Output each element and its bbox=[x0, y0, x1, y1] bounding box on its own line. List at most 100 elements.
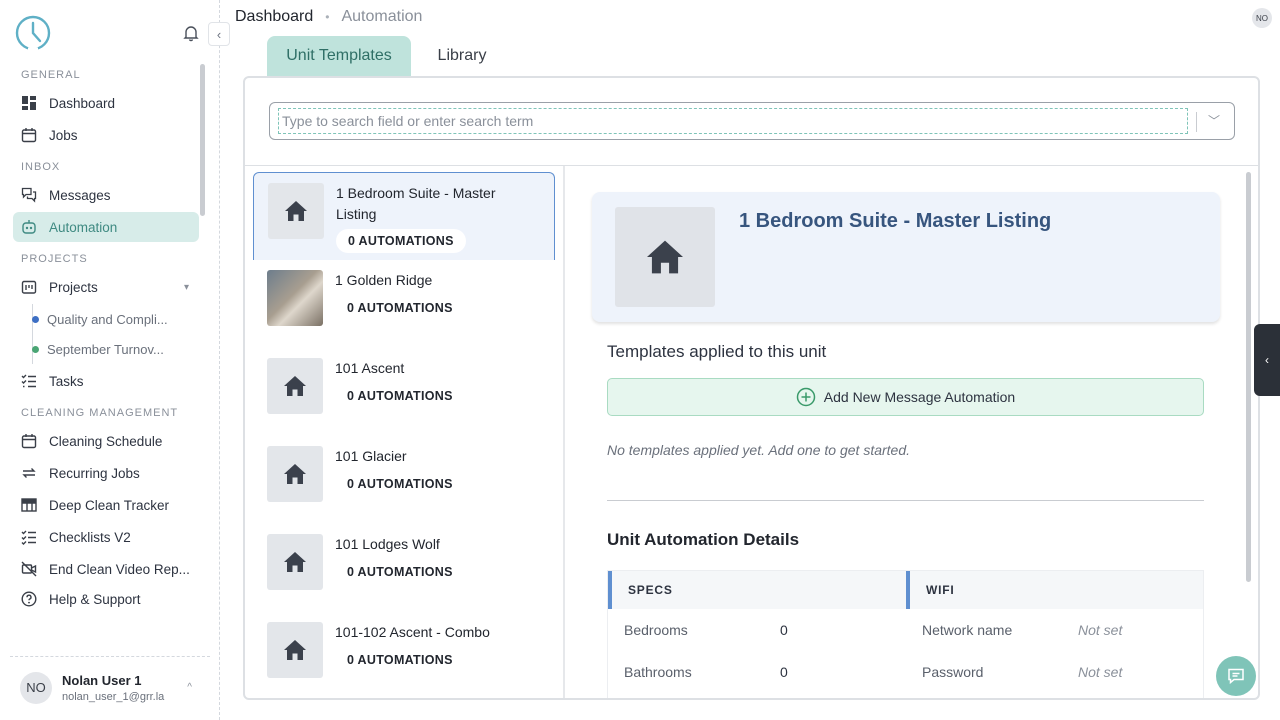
help-circle-icon bbox=[21, 591, 37, 607]
sidebar-item-label: Help & Support bbox=[49, 591, 141, 607]
home-icon bbox=[647, 240, 683, 274]
chevron-up-icon[interactable]: ^ bbox=[187, 682, 192, 693]
chevron-left-icon: ‹ bbox=[1265, 353, 1269, 367]
search-input[interactable] bbox=[278, 108, 1188, 134]
unit-photo bbox=[267, 270, 323, 326]
sidebar-item-help[interactable]: Help & Support bbox=[13, 584, 199, 614]
sidebar-subitem-project-1[interactable]: Quality and Compli... bbox=[32, 304, 194, 334]
sidebar-item-label: Recurring Jobs bbox=[49, 465, 140, 481]
spec-value: 0 bbox=[780, 664, 788, 680]
list-item[interactable]: 101-102 Ascent - Combo 0 AUTOMATIONS bbox=[253, 612, 555, 698]
list-item[interactable]: 101 Glacier 0 AUTOMATIONS bbox=[253, 436, 555, 524]
sidebar-subitem-project-2[interactable]: September Turnov... bbox=[32, 334, 194, 364]
clock-logo-icon[interactable] bbox=[14, 14, 52, 52]
sidebar-item-dashboard[interactable]: Dashboard bbox=[13, 88, 199, 118]
unit-thumbnail bbox=[267, 534, 323, 590]
sidebar-item-label: Cleaning Schedule bbox=[49, 433, 163, 449]
collapse-sidebar-button[interactable]: ‹ bbox=[208, 22, 230, 46]
calendar-icon bbox=[21, 434, 37, 449]
home-icon bbox=[284, 376, 306, 396]
chat-button[interactable] bbox=[1216, 656, 1256, 696]
sidebar-item-end-clean-video[interactable]: End Clean Video Rep... bbox=[13, 554, 199, 584]
detail-scrollbar[interactable] bbox=[1246, 172, 1251, 582]
sidebar-item-label: End Clean Video Rep... bbox=[49, 561, 190, 577]
dashboard-icon bbox=[22, 96, 36, 110]
sidebar-item-deep-clean-tracker[interactable]: Deep Clean Tracker bbox=[13, 490, 199, 520]
templates-heading: Templates applied to this unit bbox=[607, 342, 827, 361]
details-table: SPECS WIFI Bedrooms 0 Network name Not s… bbox=[607, 570, 1204, 698]
list-item[interactable]: 101 Ascent 0 AUTOMATIONS bbox=[253, 348, 555, 436]
breadcrumb: Dashboard • Automation bbox=[235, 6, 422, 28]
search-divider bbox=[1196, 112, 1197, 132]
chevron-left-icon: ‹ bbox=[216, 26, 222, 42]
list-item[interactable]: 1 Golden Ridge 0 AUTOMATIONS bbox=[253, 260, 555, 348]
main-panel: ﹀ 1 Bedroom Suite - Master Listing 0 AUT… bbox=[243, 76, 1260, 700]
messages-icon bbox=[21, 187, 37, 203]
sidebar-item-jobs[interactable]: Jobs bbox=[13, 120, 199, 150]
sidebar-item-label: Deep Clean Tracker bbox=[49, 497, 170, 513]
project-dot-icon bbox=[32, 345, 39, 353]
unit-thumbnail bbox=[615, 207, 715, 307]
list-item[interactable]: 1 Bedroom Suite - Master Listing 0 AUTOM… bbox=[253, 172, 555, 260]
add-button-label: Add New Message Automation bbox=[823, 389, 1016, 405]
list-item[interactable]: 101 Lodges Wolf 0 AUTOMATIONS bbox=[253, 524, 555, 612]
unit-name: 101 Lodges Wolf bbox=[335, 536, 440, 552]
search-box[interactable]: ﹀ bbox=[269, 102, 1235, 140]
sidebar-scrollbar[interactable] bbox=[200, 64, 205, 216]
section-general: GENERAL bbox=[21, 69, 81, 81]
video-off-icon bbox=[21, 561, 37, 577]
tab-unit-templates[interactable]: Unit Templates bbox=[267, 36, 411, 76]
wifi-value: Not set bbox=[1078, 622, 1123, 638]
sidebar-item-label: September Turnov... bbox=[47, 341, 164, 357]
automation-count-badge: 0 AUTOMATIONS bbox=[335, 648, 465, 672]
chevron-down-icon[interactable]: ▾ bbox=[184, 282, 189, 293]
header-avatar[interactable]: NO bbox=[1252, 8, 1272, 28]
sidebar-item-projects[interactable]: Projects ▾ bbox=[13, 272, 199, 302]
unit-list: 1 Bedroom Suite - Master Listing 0 AUTOM… bbox=[245, 166, 565, 698]
user-name: Nolan User 1 bbox=[62, 672, 142, 688]
specs-header: SPECS bbox=[608, 571, 906, 609]
sidebar-item-label: Checklists V2 bbox=[49, 529, 131, 545]
spec-value: 0 bbox=[780, 622, 788, 638]
add-message-automation-button[interactable]: Add New Message Automation bbox=[607, 378, 1204, 416]
tasks-icon bbox=[21, 374, 36, 388]
unit-name: 1 Golden Ridge bbox=[335, 272, 433, 288]
sidebar-item-automation[interactable]: Automation bbox=[13, 212, 199, 242]
unit-name: 101 Glacier bbox=[335, 448, 407, 464]
wifi-label: Network name bbox=[922, 622, 1013, 638]
sidebar-item-messages[interactable]: Messages bbox=[13, 180, 199, 210]
automation-count-badge: 0 AUTOMATIONS bbox=[335, 472, 465, 496]
plus-circle-icon bbox=[796, 387, 816, 407]
section-inbox: INBOX bbox=[21, 161, 61, 173]
user-menu[interactable]: NO Nolan User 1 nolan_user_1@grr.la ^ bbox=[10, 656, 210, 718]
sidebar-item-label: Quality and Compli... bbox=[47, 311, 168, 327]
bell-icon[interactable] bbox=[182, 24, 200, 42]
sidebar-item-recurring-jobs[interactable]: Recurring Jobs bbox=[13, 458, 199, 488]
sidebar-nav: GENERAL Dashboard Jobs INBOX Messages Au… bbox=[0, 62, 210, 652]
home-icon bbox=[284, 640, 306, 660]
home-icon bbox=[284, 464, 306, 484]
sidebar-item-checklists[interactable]: Checklists V2 bbox=[13, 522, 199, 552]
home-icon bbox=[284, 552, 306, 572]
unit-thumbnail bbox=[268, 183, 324, 239]
avatar: NO bbox=[20, 671, 52, 704]
side-panel-toggle[interactable]: ‹ bbox=[1254, 324, 1280, 396]
chevron-down-icon[interactable]: ﹀ bbox=[1208, 112, 1220, 129]
spec-label: Bathrooms bbox=[624, 664, 692, 680]
unit-name: 101-102 Ascent - Combo bbox=[335, 624, 490, 640]
sidebar-item-cleaning-schedule[interactable]: Cleaning Schedule bbox=[13, 426, 199, 456]
sidebar-item-tasks[interactable]: Tasks bbox=[13, 366, 199, 396]
checklist-icon bbox=[21, 530, 36, 545]
spec-label: Bedrooms bbox=[624, 622, 688, 638]
user-info: Nolan User 1 nolan_user_1@grr.la bbox=[62, 673, 164, 703]
tab-library[interactable]: Library bbox=[424, 36, 500, 76]
automation-count-badge: 0 AUTOMATIONS bbox=[336, 229, 466, 253]
robot-icon bbox=[22, 220, 36, 234]
automation-count-badge: 0 AUTOMATIONS bbox=[335, 560, 465, 584]
unit-name: 101 Ascent bbox=[335, 360, 405, 376]
sidebar-item-label: Projects bbox=[49, 279, 98, 295]
breadcrumb-dashboard[interactable]: Dashboard bbox=[235, 8, 313, 26]
unit-detail: 1 Bedroom Suite - Master Listing Templat… bbox=[567, 166, 1258, 698]
sidebar-item-label: Dashboard bbox=[49, 95, 116, 111]
repeat-icon bbox=[22, 468, 36, 478]
